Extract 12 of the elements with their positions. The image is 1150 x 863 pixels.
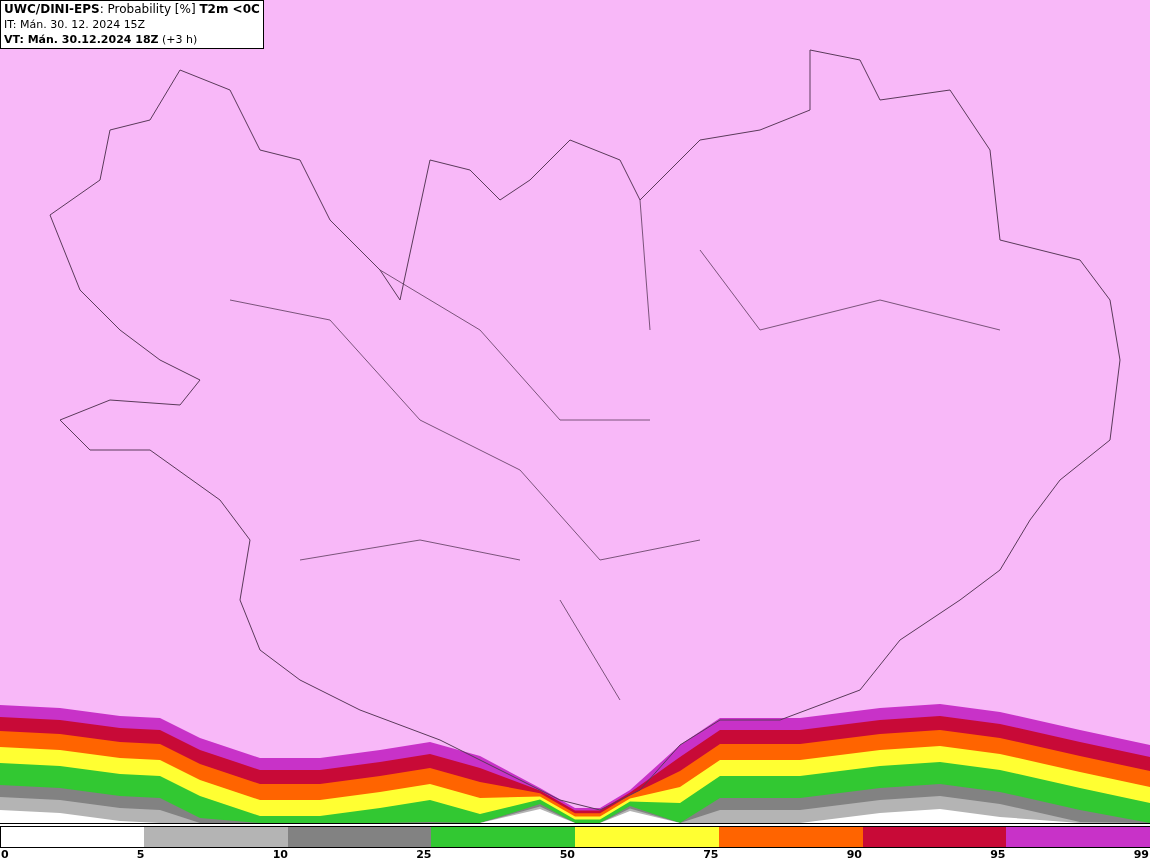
legend-tick-label: 0: [1, 848, 9, 862]
legend-tick-label: 90: [846, 848, 862, 862]
legend-tick-label: 10: [272, 848, 288, 862]
legend-tick-label: 50: [559, 848, 575, 862]
legend-tick-label: 25: [416, 848, 432, 862]
legend-tick-label: 5: [136, 848, 145, 862]
legend-tick-label: 95: [990, 848, 1006, 862]
map-title-line: IT: Mán. 30. 12. 2024 15Z: [4, 17, 147, 32]
map-title-line: VT: Mán. 30.12.2024 18Z (+3 h): [4, 32, 199, 47]
legend-tick-label: 75: [703, 848, 719, 862]
legend-tick-label: 99: [1133, 848, 1149, 862]
map-title-line: UWC/DINI-EPS: Probability [%] T2m <0C: [4, 2, 260, 17]
